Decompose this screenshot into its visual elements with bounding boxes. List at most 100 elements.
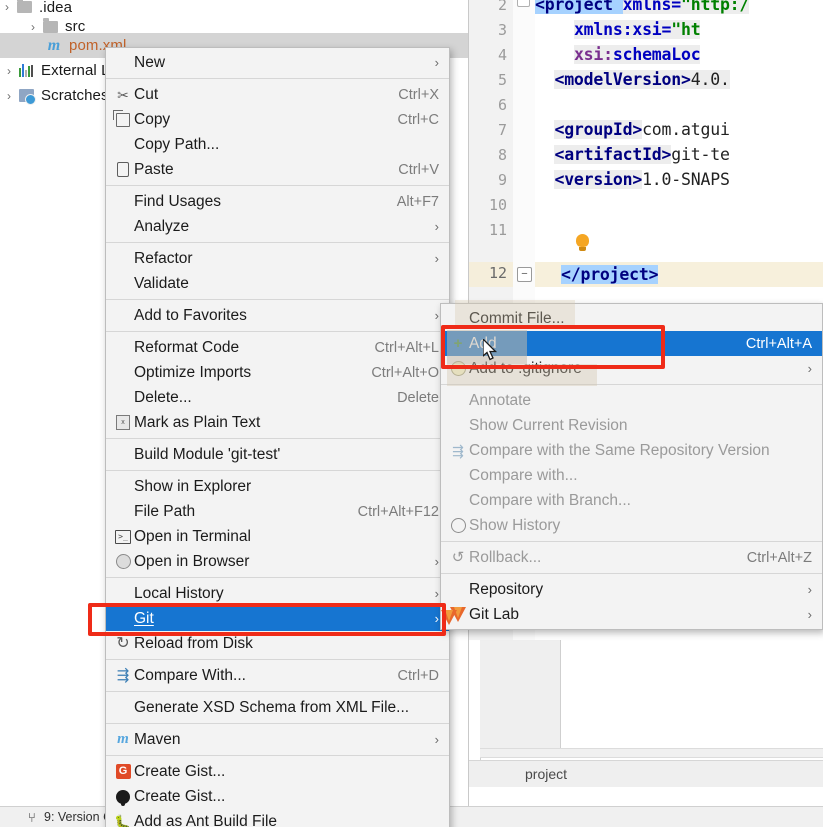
chevron-right-icon: › (434, 219, 439, 234)
folder-icon (14, 0, 34, 14)
github-icon (112, 789, 134, 806)
submenu-item-commit-file[interactable]: Commit File... (441, 306, 822, 331)
menu-item-create-gist-gitlab[interactable]: G Create Gist... (106, 759, 449, 784)
menu-item-optimize-imports[interactable]: Optimize Imports Ctrl+Alt+O (106, 360, 449, 385)
chevron-right-icon[interactable]: › (0, 0, 14, 14)
menu-item-label: Create Gist... (134, 762, 226, 780)
editor-horizontal-scrollbar[interactable] (480, 748, 823, 758)
intention-bulb-icon[interactable] (576, 234, 589, 251)
menu-item-open-in-browser[interactable]: Open in Browser › (106, 549, 449, 574)
menu-separator (106, 659, 449, 660)
menu-item-label: Reload from Disk (134, 634, 253, 652)
chevron-right-icon: › (434, 554, 439, 569)
chevron-right-icon: › (434, 308, 439, 323)
menu-separator (106, 723, 449, 724)
menu-item-accel: Alt+F7 (396, 193, 439, 210)
code-line-9: <version>1.0-SNAPS (554, 170, 730, 189)
chevron-right-icon[interactable]: › (26, 20, 40, 34)
code-line-7: <groupId>com.atgui (554, 120, 730, 139)
submenu-item-compare-same-repo-version[interactable]: ⇶ Compare with the Same Repository Versi… (441, 438, 822, 463)
menu-item-mark-as-plain-text[interactable]: x Mark as Plain Text (106, 410, 449, 435)
menu-item-build-module[interactable]: Build Module 'git-test' (106, 442, 449, 467)
menu-item-delete[interactable]: Delete... Delete (106, 385, 449, 410)
menu-item-copy[interactable]: Copy Ctrl+C (106, 107, 449, 132)
submenu-item-git-lab[interactable]: Git Lab › (441, 602, 822, 627)
submenu-item-repository[interactable]: Repository › (441, 577, 822, 602)
menu-item-find-usages[interactable]: Find Usages Alt+F7 (106, 189, 449, 214)
menu-item-cut[interactable]: Cut Ctrl+X (106, 82, 449, 107)
fold-collapse-icon[interactable]: − (517, 267, 532, 282)
submenu-item-add-to-gitignore[interactable]: Add to .gitignore › (441, 356, 822, 381)
chevron-right-icon: › (807, 607, 812, 622)
menu-item-create-gist-github[interactable]: Create Gist... (106, 784, 449, 809)
menu-item-label: Cut (134, 85, 159, 103)
submenu-item-label: Annotate (469, 391, 532, 409)
submenu-item-add[interactable]: + Add Ctrl+Alt+A (441, 331, 822, 356)
menu-item-compare-with[interactable]: ⇶ Compare With... Ctrl+D (106, 663, 449, 688)
submenu-item-compare-with[interactable]: Compare with... (441, 463, 822, 488)
rollback-icon (447, 550, 469, 565)
menu-item-copy-path[interactable]: Copy Path... (106, 132, 449, 157)
menu-item-analyze[interactable]: Analyze › (106, 214, 449, 239)
submenu-item-show-history[interactable]: Show History (441, 513, 822, 538)
menu-item-label: Local History (134, 584, 224, 602)
menu-item-paste[interactable]: Paste Ctrl+V (106, 157, 449, 182)
menu-item-label: Show in Explorer (134, 477, 252, 495)
menu-item-open-in-terminal[interactable]: >_ Open in Terminal (106, 524, 449, 549)
chevron-right-icon[interactable]: › (2, 64, 16, 78)
line-number: 3 (497, 21, 507, 39)
editor-secondary-strip (480, 640, 561, 758)
scissors-icon (112, 88, 134, 102)
menu-item-reload-from-disk[interactable]: Reload from Disk (106, 631, 449, 656)
status-bar-version-control[interactable]: ⑂ 9: Version C (28, 808, 112, 826)
ant-icon: 🐛 (114, 813, 132, 827)
menu-item-show-in-explorer[interactable]: Show in Explorer (106, 474, 449, 499)
ide-window: › .idea › src m pom.xml › External Libra… (0, 0, 823, 827)
git-submenu[interactable]: Commit File... + Add Ctrl+Alt+A Add to .… (440, 303, 823, 630)
submenu-item-label: Show History (469, 516, 561, 534)
menu-item-file-path[interactable]: File Path Ctrl+Alt+F12 (106, 499, 449, 524)
breadcrumb-item-project[interactable]: project (469, 766, 567, 782)
menu-item-git[interactable]: Git › (106, 606, 449, 631)
menu-separator (106, 78, 449, 79)
submenu-item-rollback[interactable]: Rollback... Ctrl+Alt+Z (441, 545, 822, 570)
menu-separator (106, 470, 449, 471)
menu-item-add-as-ant-build-file[interactable]: 🐛 Add as Ant Build File (106, 809, 449, 827)
tree-item-idea[interactable]: › .idea (0, 0, 468, 14)
menu-item-label: Copy (134, 110, 171, 128)
menu-item-new[interactable]: New › (106, 50, 449, 75)
menu-item-label: Refactor (134, 249, 193, 267)
menu-item-reformat-code[interactable]: Reformat Code Ctrl+Alt+L (106, 335, 449, 360)
submenu-item-label: Compare with the Same Repository Version (469, 441, 770, 459)
gitignore-icon (447, 361, 469, 376)
menu-item-accel: Ctrl+X (398, 86, 439, 103)
fold-caret-icon[interactable] (517, 0, 530, 7)
submenu-item-show-current-revision[interactable]: Show Current Revision (441, 413, 822, 438)
status-bar-vcs-label: 9: Version C (44, 810, 113, 824)
submenu-item-compare-with-branch[interactable]: Compare with Branch... (441, 488, 822, 513)
menu-separator (106, 755, 449, 756)
line-number: 9 (497, 171, 507, 189)
clock-icon (447, 518, 469, 533)
menu-item-add-to-favorites[interactable]: Add to Favorites › (106, 303, 449, 328)
menu-item-accel: Ctrl+Alt+O (371, 364, 439, 381)
line-number: 4 (497, 46, 507, 64)
code-line-5: <modelVersion>4.0. (554, 70, 730, 89)
chevron-right-icon: › (807, 582, 812, 597)
submenu-item-accel: Ctrl+Alt+Z (746, 549, 812, 566)
menu-item-accel: Ctrl+Alt+L (374, 339, 439, 356)
submenu-item-label: Commit File... (469, 309, 565, 327)
menu-item-local-history[interactable]: Local History › (106, 581, 449, 606)
menu-separator (441, 384, 822, 385)
menu-item-maven[interactable]: m Maven › (106, 727, 449, 752)
breadcrumb[interactable]: project (469, 760, 823, 787)
chevron-right-icon[interactable]: › (2, 89, 16, 103)
menu-item-validate[interactable]: Validate (106, 271, 449, 296)
submenu-item-annotate[interactable]: Annotate (441, 388, 822, 413)
chevron-right-icon: › (807, 361, 812, 376)
menu-item-accel: Ctrl+D (397, 667, 440, 684)
menu-item-generate-xsd-schema[interactable]: Generate XSD Schema from XML File... (106, 695, 449, 720)
menu-separator (106, 242, 449, 243)
menu-item-refactor[interactable]: Refactor › (106, 246, 449, 271)
file-context-menu[interactable]: New › Cut Ctrl+X Copy Ctrl+C Copy Path..… (105, 47, 450, 827)
